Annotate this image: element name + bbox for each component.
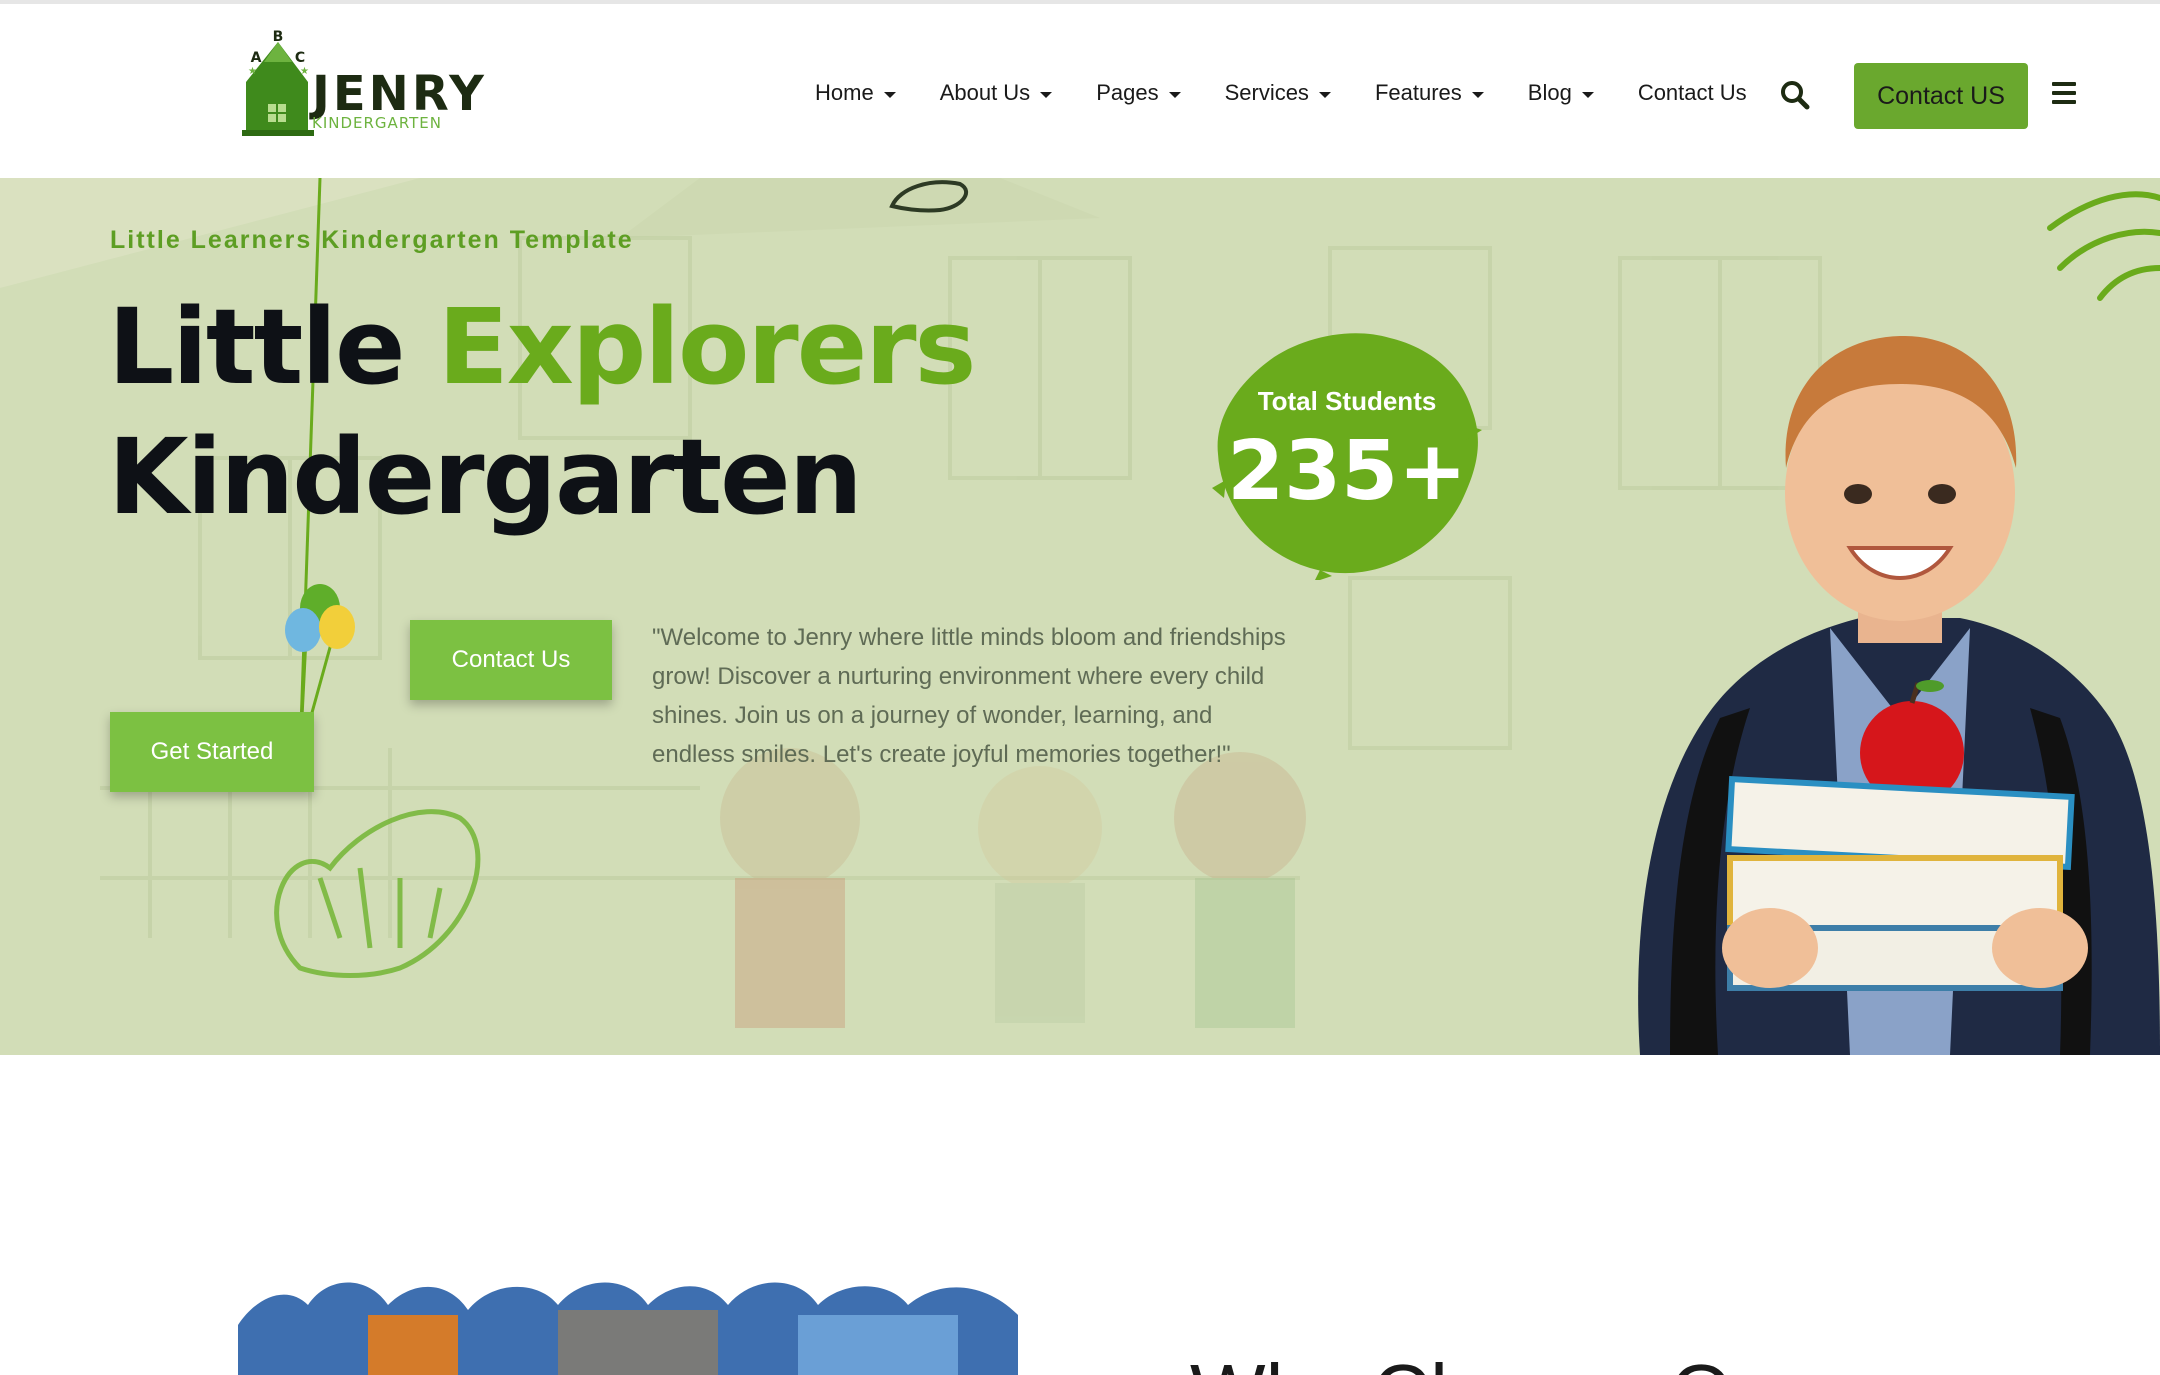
main-nav: Home About Us Pages Services Features Bl… — [815, 68, 1791, 118]
nav-label: About Us — [939, 80, 1031, 105]
student-boy-image — [1638, 335, 2160, 1055]
logo-letter-c: C — [295, 50, 305, 66]
contact-us-button[interactable]: Contact US — [1854, 63, 2028, 129]
hero-subtitle: Little Learners Kindergarten Template — [110, 226, 634, 254]
nav-label: Blog — [1527, 80, 1572, 105]
logo-letter-b: B — [273, 29, 284, 45]
hero-contact-button[interactable]: Contact Us — [410, 620, 612, 700]
get-started-button[interactable]: Get Started — [110, 712, 314, 792]
search-icon[interactable] — [1780, 80, 1810, 110]
kids-photo-image — [238, 1282, 1018, 1375]
nav-label: Home — [815, 80, 874, 105]
nav-item-pages[interactable]: Pages — [1096, 80, 1181, 106]
svg-text:★: ★ — [300, 66, 309, 77]
caret-down-icon — [1581, 91, 1594, 98]
nav-item-features[interactable]: Features — [1375, 80, 1484, 106]
stat-value: 235+ — [1227, 424, 1467, 519]
stat-label: Total Students — [1257, 386, 1437, 416]
caret-down-icon — [883, 91, 896, 98]
logo-tagline: KINDERGARTEN — [312, 114, 443, 132]
hamburger-icon[interactable] — [2052, 82, 2076, 106]
caret-down-icon — [1471, 91, 1484, 98]
nav-item-services[interactable]: Services — [1225, 80, 1331, 106]
caret-down-icon — [1040, 91, 1053, 98]
house-logo-icon: B A C ★ ★ — [242, 29, 314, 136]
nav-label: Features — [1374, 80, 1462, 105]
nav-item-blog[interactable]: Blog — [1528, 80, 1594, 106]
hero-intro-text: "Welcome to Jenry where little minds blo… — [652, 624, 1286, 768]
hero-title-highlight: Explorers — [437, 286, 977, 408]
hero-title-line1: Little Explorers — [108, 286, 977, 408]
hero-section: Little Learners Kindergarten Template Li… — [0, 178, 2160, 1055]
caret-down-icon — [1168, 91, 1181, 98]
nav-label: Services — [1224, 80, 1309, 105]
why-choose-section: Why Choose Our — [0, 1055, 2160, 1375]
logo-letter-a: A — [251, 50, 262, 66]
hero-title-line2: Kindergarten — [108, 416, 863, 538]
site-logo[interactable]: B A C ★ ★ JENRY KINDERGARTEN — [238, 26, 484, 136]
section-heading: Why Choose Our — [1190, 1353, 1804, 1375]
nav-label: Contact Us — [1637, 80, 1747, 105]
nav-item-home[interactable]: Home — [815, 80, 896, 106]
svg-text:★: ★ — [248, 66, 257, 77]
site-header: B A C ★ ★ JENRY KINDERGARTEN Home About … — [0, 4, 2160, 178]
caret-down-icon — [1318, 91, 1331, 98]
nav-item-about[interactable]: About Us — [940, 80, 1053, 106]
total-students-badge: Total Students 235+ — [1210, 320, 1484, 582]
nav-label: Pages — [1096, 80, 1159, 105]
nav-item-contact[interactable]: Contact Us — [1638, 80, 1747, 106]
hero-title-word1: Little — [108, 286, 406, 408]
